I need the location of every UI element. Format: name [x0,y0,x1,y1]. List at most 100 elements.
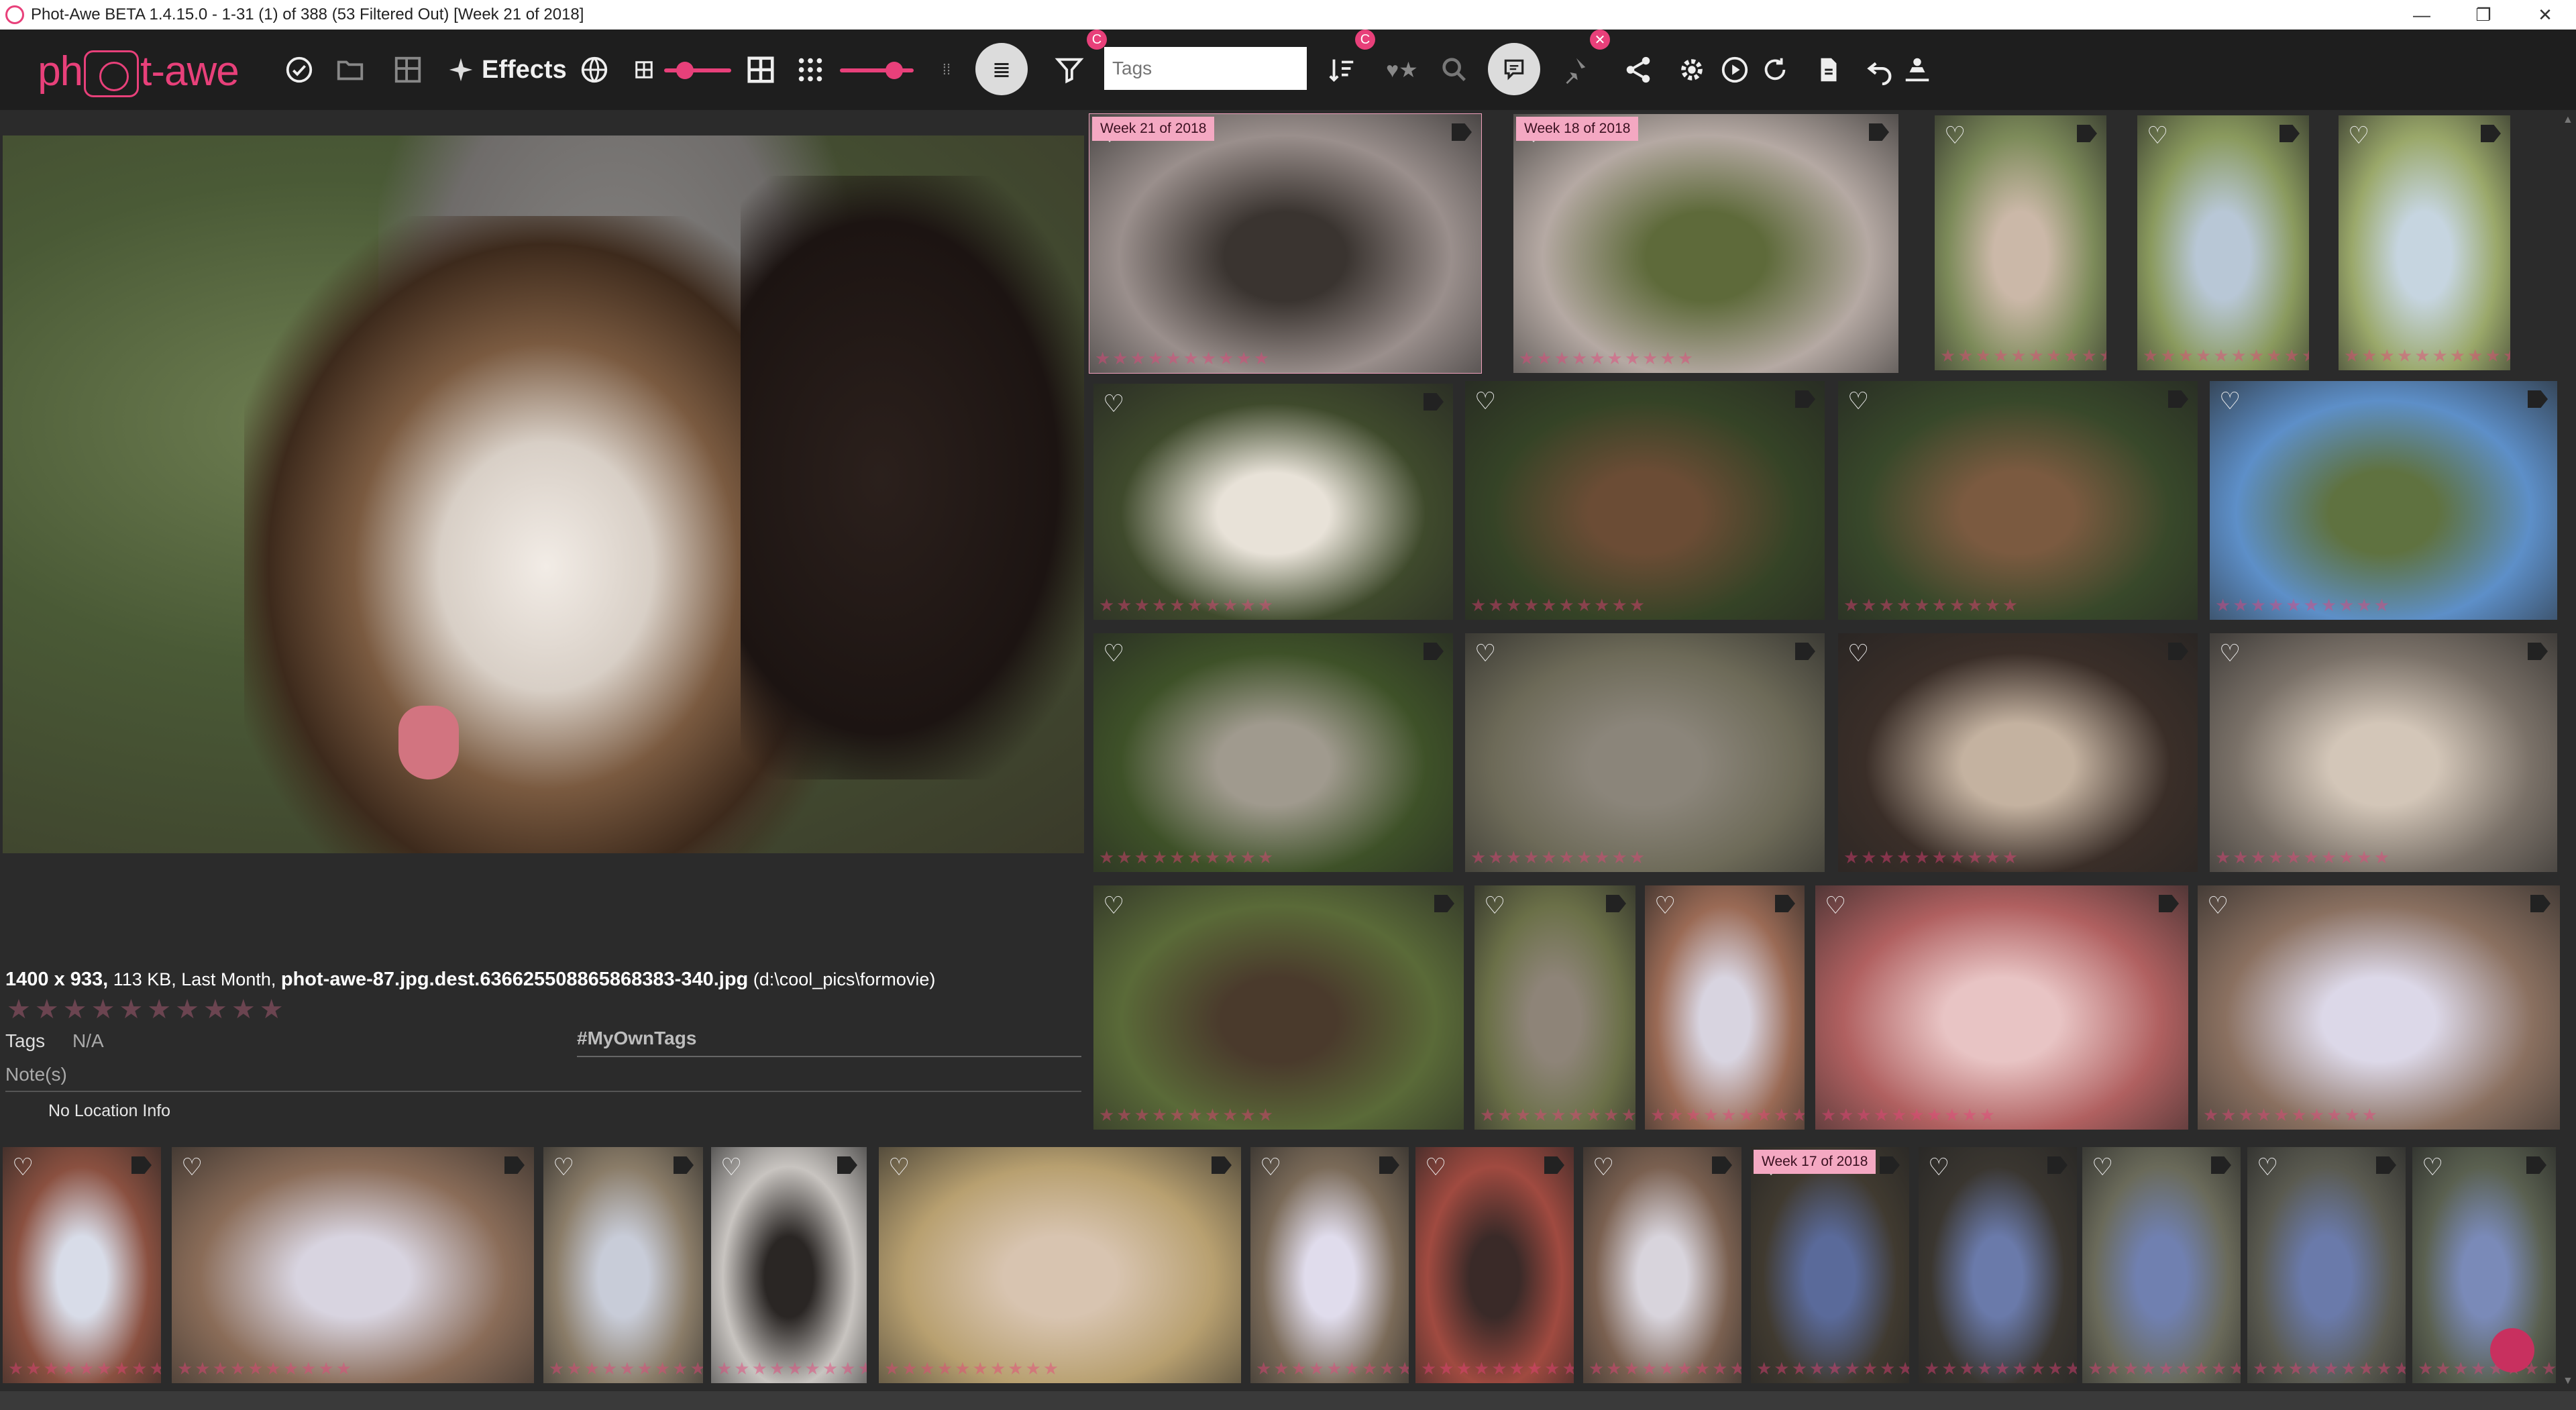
chat-button[interactable] [1488,43,1540,95]
heart-icon[interactable]: ♡ [2207,893,2233,919]
search-icon[interactable] [1437,43,1472,97]
heart-icon[interactable]: ♡ [553,1155,578,1181]
thumbnail[interactable]: ♡ ★★★★★★★★★★ [2137,115,2309,370]
vertical-scrollbar[interactable] [2560,110,2576,1391]
heart-icon[interactable]: ♡ [2147,123,2172,149]
heart-icon[interactable]: ♡ [1103,392,1128,417]
thumbnail-rating-stars[interactable]: ★★★★★★★★★★ [8,1358,161,1379]
preview-image[interactable] [3,135,1084,853]
heart-icon[interactable]: ♡ [2422,1155,2447,1181]
thumbnail[interactable]: ♡ ★★★★★★★★★★ [1935,115,2106,370]
heart-icon[interactable]: ♡ [1847,389,1873,415]
thumbnail[interactable]: ♡ ★★★★★★★★★★ [1093,384,1453,620]
thumbnail[interactable]: ♡ ★★★★★★★★★★ [172,1147,534,1383]
thumbnail[interactable]: ♡ ★★★★★★★★★★ [1838,381,2198,620]
thumbnail[interactable]: ♡ ★★★★★★★★★★ [2412,1147,2556,1383]
refresh-icon[interactable] [1756,43,1794,97]
check-circle-icon[interactable] [280,43,318,97]
thumbnail[interactable]: ♡ ★★★★★★★★★★ [1465,633,1825,872]
thumbnail-rating-stars[interactable]: ★★★★★★★★★★ [1099,595,1275,616]
list-button[interactable] [975,43,1028,95]
share-icon[interactable] [1619,43,1657,97]
heart-icon[interactable]: ♡ [1103,641,1128,667]
thumbnail-rating-stars[interactable]: ★★★★★★★★★★ [2215,847,2392,868]
thumbnail-rating-stars[interactable]: ★★★★★★★★★★ [1095,348,1271,369]
heart-icon[interactable]: ♡ [1825,893,1850,919]
heart-icon[interactable]: ♡ [1474,389,1500,415]
heart-icon[interactable]: ♡ [888,1155,914,1181]
thumb-size-slider[interactable] [664,68,731,72]
close-button[interactable]: ✕ [2514,0,2576,30]
thumbnail[interactable]: ♡ ★★★★★★★★★★ [2247,1147,2406,1383]
small-grid-icon[interactable] [631,43,657,97]
thumbnail-rating-stars[interactable]: ★★★★★★★★★★ [716,1358,867,1379]
thumbnail[interactable]: ♡ ★★★★★★★★★★ [1093,885,1464,1130]
thumbnail[interactable]: ♡ ★★★★★★★★★★ [1815,885,2188,1130]
thumbnail[interactable]: ♡ ★★★★★★★★★★ [1250,1147,1409,1383]
thumbnail[interactable]: ♡ ★★★★★★★★★★ [1093,633,1453,872]
globe-icon[interactable] [576,43,613,97]
heart-icon[interactable]: ♡ [2219,389,2245,415]
heart-icon[interactable]: ♡ [1593,1155,1618,1181]
notes-input[interactable]: Note(s) [5,1064,1081,1092]
thumbnail[interactable]: ♡ ★★★★★★★★★★ [1415,1147,1574,1383]
thumbnail[interactable]: ♡ ★★★★★★★★★★ [2210,633,2557,872]
thumbnail-rating-stars[interactable]: ★★★★★★★★★★ [1650,1105,1805,1126]
maximize-button[interactable]: ❐ [2453,0,2514,30]
gear-icon[interactable] [1673,43,1711,97]
thumbnail[interactable]: ♡ ★★★★★★★★★★ [2198,885,2560,1130]
thumbnail-rating-stars[interactable]: ★★★★★★★★★★ [1843,847,2020,868]
thumbnail-rating-stars[interactable]: ★★★★★★★★★★ [2253,1358,2406,1379]
heart-icon[interactable]: ♡ [1260,1155,1285,1181]
thumbnail[interactable]: ♡ ★★★★★★★★★★ [2210,381,2557,620]
heart-icon[interactable]: ♡ [1654,893,1680,919]
document-icon[interactable] [1810,43,1847,97]
heart-icon[interactable]: ♡ [2257,1155,2282,1181]
heart-icon[interactable]: ♡ [1484,893,1509,919]
thumbnail-rating-stars[interactable]: ★★★★★★★★★★ [549,1358,703,1379]
grid-density-knob[interactable] [885,62,903,79]
thumbnail-rating-stars[interactable]: ★★★★★★★★★★ [1821,1105,1997,1126]
heart-icon[interactable]: ♡ [2092,1155,2117,1181]
thumbnail[interactable]: ♡ ★★★★★★★★★★ [1583,1147,1741,1383]
heart-icon[interactable]: ♡ [2348,123,2373,149]
thumbnail-rating-stars[interactable]: ★★★★★★★★★★ [1470,847,1647,868]
thumbnail-rating-stars[interactable]: ★★★★★★★★★★ [1756,1358,1909,1379]
heart-star-icon[interactable]: ♥★ [1378,43,1426,97]
heart-icon[interactable]: ♡ [1103,893,1128,919]
filter-icon[interactable] [1051,43,1088,97]
thumbnail-rating-stars[interactable]: ★★★★★★★★★★ [1940,345,2106,366]
thumbnail[interactable]: ♡ ★★★★★★★★★★ [543,1147,703,1383]
heart-icon[interactable]: ♡ [2219,641,2245,667]
person-upload-icon[interactable] [1898,43,1936,97]
dots-grid-icon[interactable] [793,43,828,97]
large-grid-icon[interactable] [742,43,780,97]
thumbnail-rating-stars[interactable]: ★★★★★★★★★★ [1470,595,1647,616]
thumbnail-rating-stars[interactable]: ★★★★★★★★★★ [177,1358,354,1379]
heart-icon[interactable]: ♡ [1928,1155,1953,1181]
heart-icon[interactable]: ♡ [12,1155,38,1181]
thumbnail-rating-stars[interactable]: ★★★★★★★★★★ [1924,1358,2077,1379]
thumbnail-rating-stars[interactable]: ★★★★★★★★★★ [1099,847,1275,868]
sort-icon[interactable] [1323,43,1360,97]
thumbnail[interactable]: ♡ ★★★★★★★★★★ [1645,885,1805,1130]
heart-icon[interactable]: ♡ [1425,1155,1450,1181]
pin-icon[interactable] [1555,43,1593,97]
thumbnail[interactable]: ♡ ★★★★★★★★★★ [1465,381,1825,620]
thumbnail[interactable]: ♡★★★★★★★★★★Week 18 of 2018 [1513,114,1898,373]
collage-icon[interactable] [389,43,427,97]
tags-search-input[interactable] [1104,47,1307,90]
thumbnail-rating-stars[interactable]: ★★★★★★★★★★ [2203,1105,2379,1126]
thumbnail-rating-stars[interactable]: ★★★★★★★★★★ [1519,348,1695,369]
thumbnail-rating-stars[interactable]: ★★★★★★★★★★ [2143,345,2309,366]
thumbnail-rating-stars[interactable]: ★★★★★★★★★★ [1843,595,2020,616]
thumbnail-rating-stars[interactable]: ★★★★★★★★★★ [1099,1105,1275,1126]
thumbnail[interactable]: ♡★★★★★★★★★★Week 17 of 2018 [1751,1147,1909,1383]
thumbnail[interactable]: ♡ ★★★★★★★★★★ [1474,885,1635,1130]
thumbnail[interactable]: ♡ ★★★★★★★★★★ [879,1147,1241,1383]
thumbnail-rating-stars[interactable]: ★★★★★★★★★★ [2344,345,2510,366]
thumbnail[interactable]: ♡ ★★★★★★★★★★ [711,1147,867,1383]
thumbnail-rating-stars[interactable]: ★★★★★★★★★★ [1589,1358,1741,1379]
thumbnail-rating-stars[interactable]: ★★★★★★★★★★ [2418,1358,2556,1379]
thumbnail[interactable]: ♡ ★★★★★★★★★★ [1919,1147,2077,1383]
